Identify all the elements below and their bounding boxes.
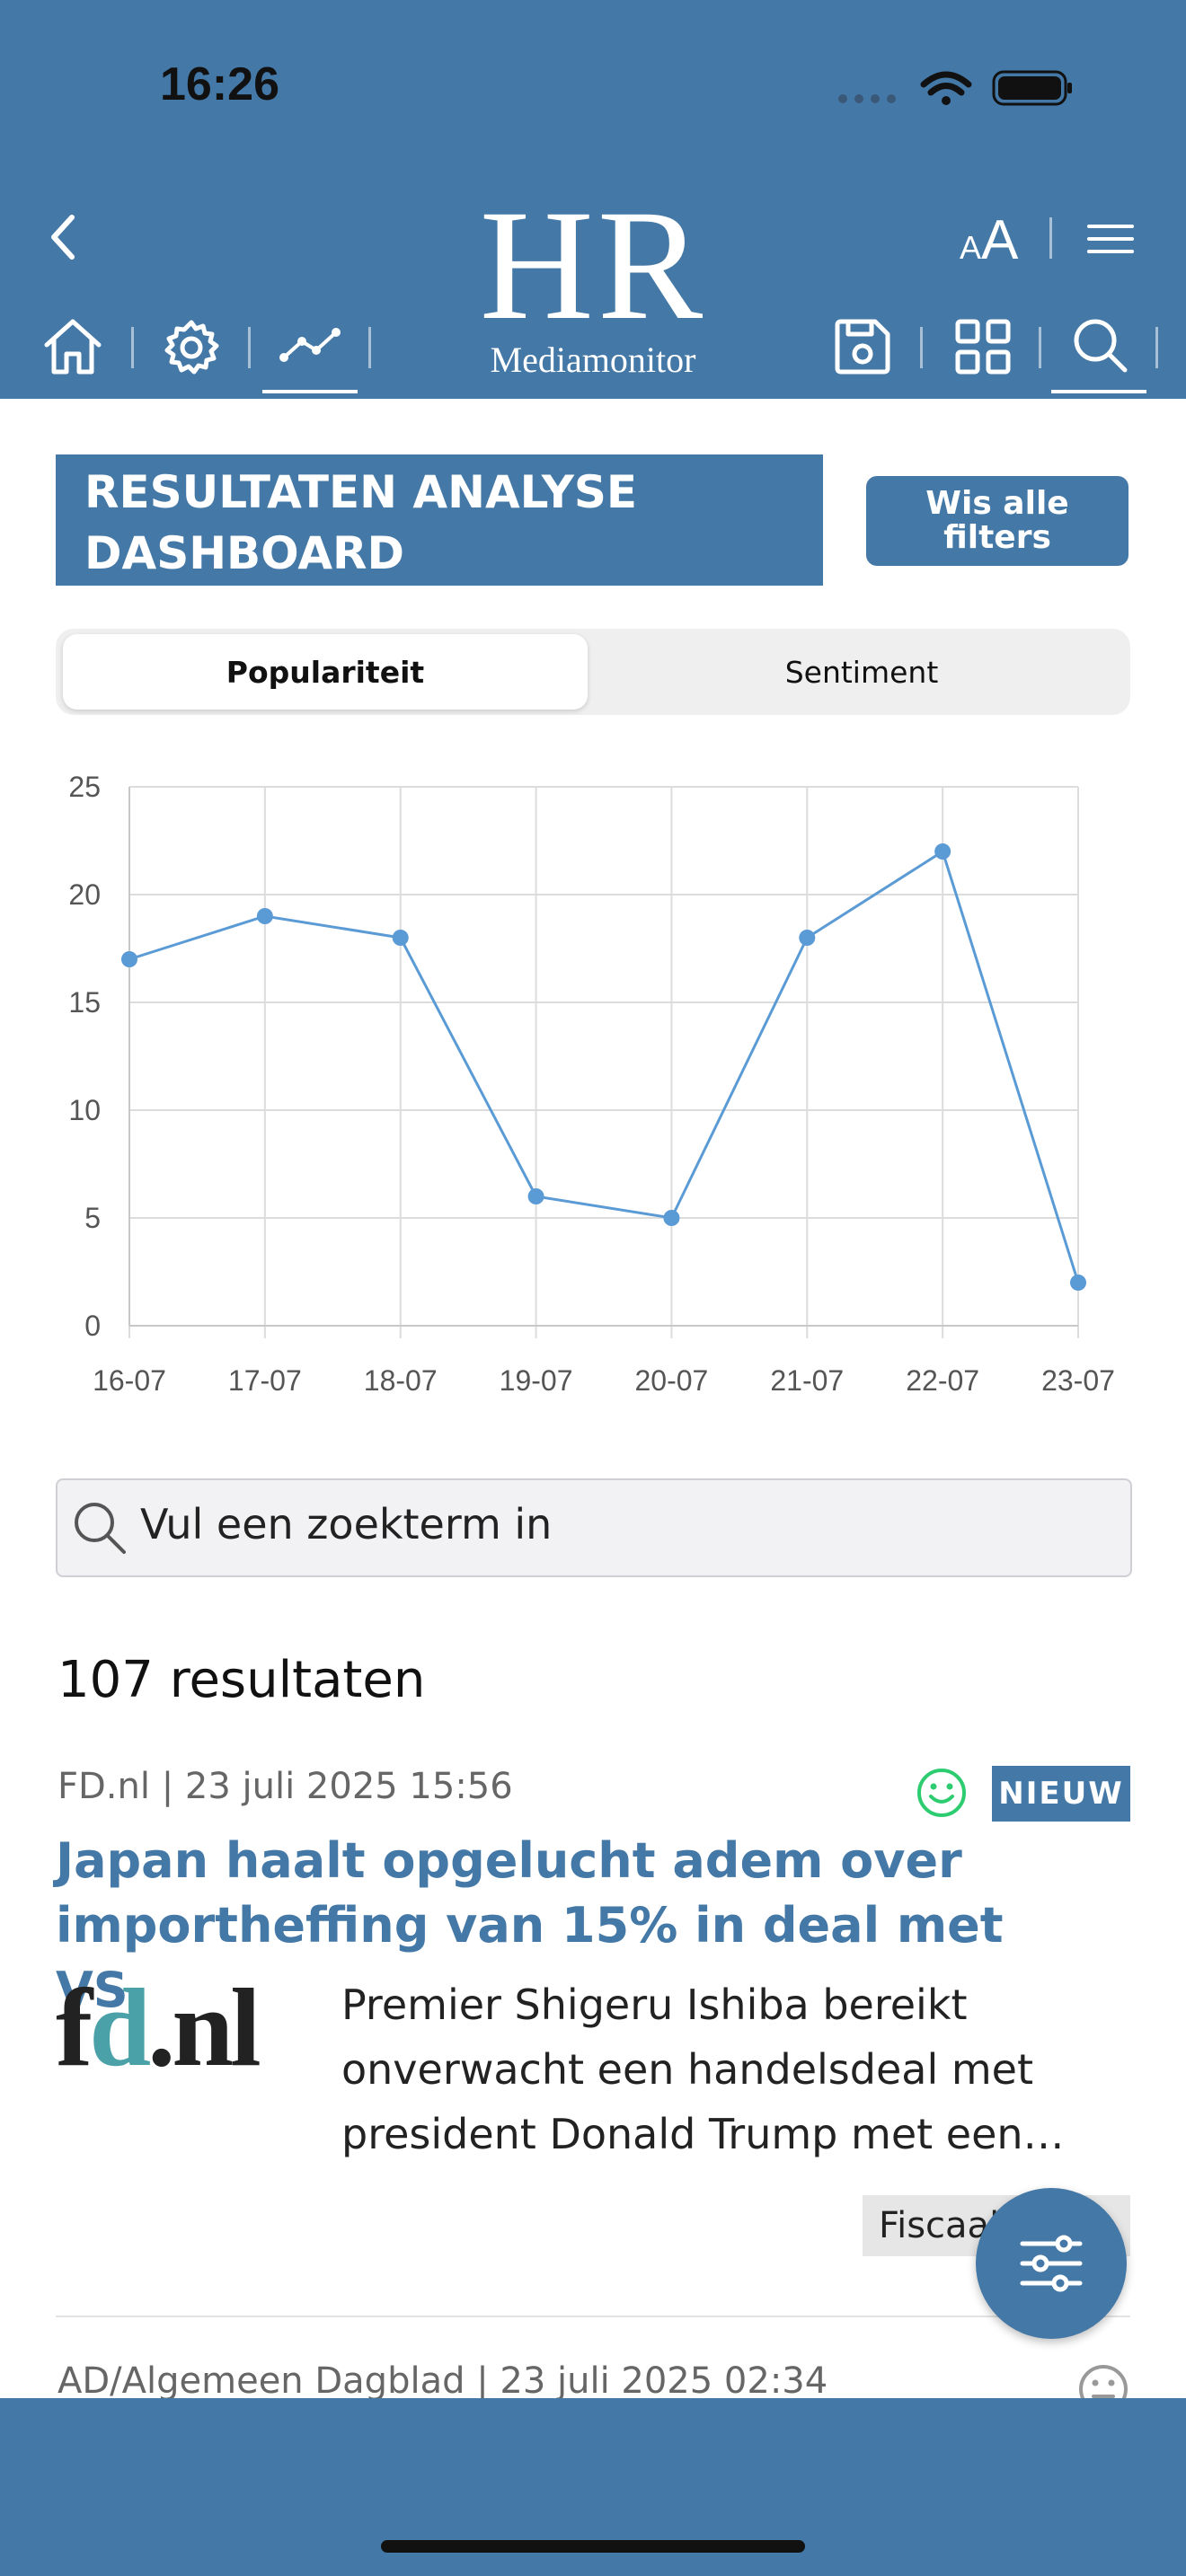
battery-icon xyxy=(992,70,1072,106)
popularity-line-chart: 0 5 10 15 20 25 16-07 17-07 18-07 19-07 20-07 21-07… xyxy=(68,771,1115,1397)
nav-separator xyxy=(131,327,134,368)
x-tick-label: 21-07 xyxy=(770,1364,844,1397)
data-point xyxy=(527,1188,544,1204)
positive-sentiment-icon xyxy=(917,1769,966,1817)
data-point xyxy=(934,843,951,860)
new-badge: NIEUW xyxy=(992,1766,1130,1822)
save-icon[interactable] xyxy=(834,318,891,375)
status-icons xyxy=(838,70,1072,106)
data-point xyxy=(121,951,137,967)
nav-separator xyxy=(920,327,923,368)
result-count: 107 resultaten xyxy=(58,1651,426,1709)
search-nav-icon[interactable] xyxy=(1071,316,1128,375)
status-time: 16:26 xyxy=(160,58,279,110)
nav-separator xyxy=(1155,327,1158,368)
nav-separator xyxy=(368,327,371,368)
nav-separator xyxy=(248,327,251,368)
font-size-small: A xyxy=(960,229,982,266)
filter-fab-button[interactable] xyxy=(976,2188,1127,2339)
article-meta: FD.nl | 23 juli 2025 15:56 xyxy=(58,1766,513,1807)
grid-view-icon[interactable] xyxy=(954,318,1012,375)
data-point xyxy=(392,930,409,946)
x-tick-label: 23-07 xyxy=(1041,1364,1115,1397)
y-tick-label: 25 xyxy=(68,771,101,803)
data-point xyxy=(256,908,273,924)
y-tick-label: 15 xyxy=(68,986,101,1019)
font-size-button[interactable]: AA xyxy=(960,208,1018,272)
clear-filters-button[interactable]: Wis alle filters xyxy=(866,476,1128,566)
home-indicator xyxy=(381,2540,805,2553)
article-description[interactable]: Premier Shigeru Ishiba bereikt onverwach… xyxy=(341,1972,1114,2166)
data-point xyxy=(799,930,816,946)
search-icon xyxy=(75,1503,126,1554)
menu-icon[interactable] xyxy=(1087,221,1134,257)
settings-gear-icon[interactable] xyxy=(162,318,221,377)
y-tick-label: 5 xyxy=(84,1202,101,1234)
data-point xyxy=(1070,1275,1086,1291)
wifi-icon xyxy=(920,71,972,105)
active-tab-indicator xyxy=(1051,390,1146,393)
x-tick-label: 19-07 xyxy=(500,1364,573,1397)
x-tick-label: 17-07 xyxy=(228,1364,302,1397)
filter-sliders-icon xyxy=(1020,2235,1083,2292)
page-title: RESULTATEN ANALYSE DASHBOARD xyxy=(84,466,638,579)
y-tick-label: 0 xyxy=(84,1310,101,1342)
font-size-large: A xyxy=(981,209,1019,271)
x-tick-label: 20-07 xyxy=(635,1364,709,1397)
x-tick-label: 16-07 xyxy=(93,1364,166,1397)
article-divider xyxy=(56,2316,1130,2317)
source-logo: fd.nl xyxy=(56,1966,261,2089)
x-tick-label: 22-07 xyxy=(906,1364,979,1397)
nav-separator xyxy=(1039,327,1041,368)
data-point xyxy=(663,1210,680,1226)
tab-populariteit[interactable]: Populariteit xyxy=(63,634,588,710)
y-tick-label: 20 xyxy=(68,878,101,911)
header-separator xyxy=(1049,217,1052,259)
home-icon[interactable] xyxy=(41,316,104,375)
y-tick-label: 10 xyxy=(68,1094,101,1126)
x-tick-label: 18-07 xyxy=(364,1364,438,1397)
article-meta: AD/Algemeen Dagblad | 23 juli 2025 02:34 xyxy=(58,2360,828,2402)
signal-icon xyxy=(838,94,896,103)
analytics-trend-icon[interactable] xyxy=(279,323,341,368)
search-placeholder: Vul een zoekterm in xyxy=(140,1500,553,1548)
tab-sentiment[interactable]: Sentiment xyxy=(593,634,1130,710)
active-tab-indicator xyxy=(262,390,358,393)
